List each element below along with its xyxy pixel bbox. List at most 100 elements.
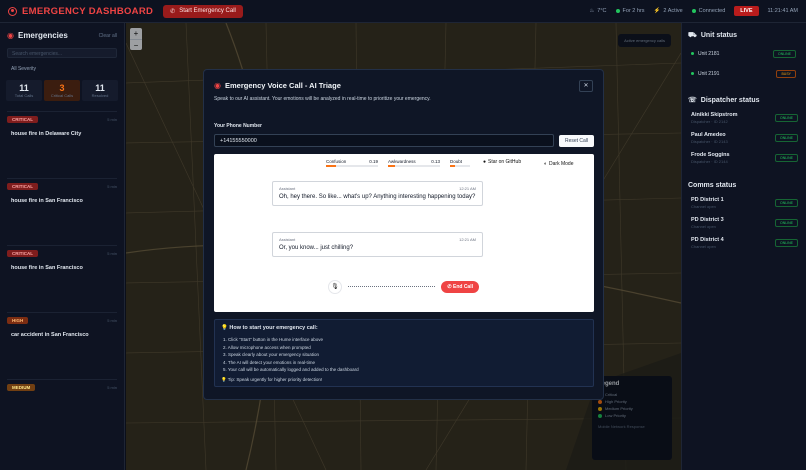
- lightbulb-icon: 💡: [221, 376, 228, 382]
- dispatcher-row[interactable]: Paul Amedeo Dispatcher · ID 2143 ONLINE: [682, 128, 806, 148]
- connection-stat: Connected: [691, 8, 725, 14]
- audio-waveform: [348, 286, 436, 287]
- unit-row[interactable]: Unit 2181 ONLINE: [682, 44, 806, 64]
- modal-title: Emergency Voice Call - AI Triage: [224, 81, 341, 90]
- dispatcher-row[interactable]: Frode Soggins Dispatcher · ID 2144 ONLINE: [682, 148, 806, 168]
- call-controls: 🎙 ✆ End Call: [328, 277, 479, 296]
- status-badge: ONLINE: [774, 239, 798, 247]
- active-stat: ⚡ 2 Active: [653, 8, 683, 14]
- phone-input[interactable]: +14155550000: [214, 134, 554, 147]
- status-badge: ONLINE: [772, 50, 796, 58]
- comms-row[interactable]: PD District 1 Channel open ONLINE: [682, 193, 806, 213]
- bolt-icon: ⚡: [653, 8, 661, 14]
- status-badge: BUSY: [776, 70, 796, 78]
- github-icon: ●: [483, 159, 487, 165]
- incident-detail: [18, 284, 117, 290]
- phone-icon: ✆: [170, 8, 176, 15]
- comms-row[interactable]: PD District 3 Channel open ONLINE: [682, 213, 806, 233]
- instructions-panel: 💡 How to start your emergency call: 1. C…: [214, 319, 594, 387]
- instruction-step: 1. Click "Start" button in the Hume inte…: [223, 337, 323, 342]
- list-item[interactable]: CRITICAL 5 min house fire in San Francisc…: [7, 178, 117, 239]
- start-call-button[interactable]: ✆ Start Emergency Call: [163, 4, 243, 18]
- duration-stat: For 2 hrs: [615, 8, 645, 14]
- incident-detail: [18, 359, 117, 365]
- moon-icon: ◐: [544, 161, 548, 167]
- thermometer-icon: ♨: [589, 8, 595, 14]
- incident-detail: [18, 233, 117, 239]
- status-strip: ♨ 7°C For 2 hrs ⚡ 2 Active Connected LIVE …: [589, 6, 798, 16]
- end-call-button[interactable]: ✆ End Call: [441, 280, 479, 293]
- emotion-meter: Doubt: [450, 159, 470, 167]
- count-cards: 11 Total Calls 3 Critical Calls 11 Resolved: [6, 80, 118, 101]
- modal-subtitle: Speak to our AI assistant. Your emotions…: [214, 96, 431, 102]
- search-input[interactable]: Search emergencies...: [7, 48, 117, 58]
- close-button[interactable]: ✕: [579, 80, 593, 92]
- incident-detail: [18, 142, 117, 148]
- siren-icon: ◉: [214, 81, 221, 90]
- status-badge: ONLINE: [774, 219, 798, 227]
- incident-title: house fire in Delaware City: [11, 131, 82, 137]
- dispatcher-row[interactable]: Ainikki Skipstrom Dispatcher · ID 2142 ONL…: [682, 108, 806, 128]
- instruction-step: 4. The AI will detect your emotions in r…: [223, 359, 315, 365]
- clock: 11:21:41 AM: [767, 8, 798, 14]
- incident-detail: [18, 225, 117, 231]
- severity-badge: CRITICAL: [7, 250, 38, 257]
- status-sidebar: ⛟ Unit status Unit 2181 ONLINE Unit 2191 BU…: [681, 23, 806, 470]
- github-button[interactable]: ● Star on GitHub: [483, 159, 521, 165]
- incident-detail: [18, 300, 117, 306]
- list-item[interactable]: MEDIUM 5 min: [7, 379, 117, 391]
- app-title: EMERGENCY DASHBOARD: [22, 5, 154, 17]
- emergency-icon: ◉: [7, 31, 14, 40]
- unit-row[interactable]: Unit 2191 BUSY: [682, 64, 806, 84]
- headset-icon: ☏: [688, 97, 697, 104]
- incident-detail: [18, 351, 117, 357]
- reset-call-button[interactable]: Reset Call: [559, 135, 594, 147]
- status-badge: ONLINE: [774, 154, 798, 162]
- incident-time: 5 min: [107, 318, 117, 323]
- mic-icon[interactable]: 🎙: [328, 279, 342, 294]
- incident-detail: [18, 276, 117, 282]
- count-total: 11 Total Calls: [6, 80, 42, 101]
- dark-mode-toggle[interactable]: ◐ Dark Mode: [544, 161, 573, 167]
- incident-time: 5 min: [107, 385, 117, 390]
- sidebar-title: Emergencies: [17, 31, 68, 40]
- incident-time: 5 min: [107, 251, 117, 256]
- status-badge: ONLINE: [774, 134, 798, 142]
- voice-call-modal: ◉ Emergency Voice Call - AI Triage ✕ Spe…: [203, 69, 604, 400]
- count-critical: 3 Critical Calls: [44, 80, 80, 101]
- incident-title: house fire in San Francisco: [11, 198, 83, 204]
- count-resolved: 11 Resolved: [82, 80, 118, 101]
- severity-badge: HIGH: [7, 317, 29, 324]
- list-item[interactable]: CRITICAL 5 min house fire in Delaware Cit…: [7, 111, 117, 172]
- incident-detail: [18, 209, 117, 215]
- comms-row[interactable]: PD District 4 Channel open ONLINE: [682, 233, 806, 253]
- live-badge: LIVE: [734, 6, 759, 16]
- top-bar: EMERGENCY DASHBOARD ✆ Start Emergency Ca…: [0, 0, 806, 23]
- emergencies-sidebar: ◉ Emergencies Clear all Search emergenci…: [0, 23, 125, 470]
- incident-detail: [18, 158, 117, 164]
- emotion-meter: Awkwardness 0.13: [388, 159, 440, 167]
- list-item[interactable]: CRITICAL 5 min house fire in San Francisc…: [7, 245, 117, 306]
- severity-badge: MEDIUM: [7, 384, 36, 391]
- incident-title: house fire in San Francisco: [11, 265, 83, 271]
- emotion-meter: Confusion 0.19: [326, 159, 378, 167]
- clear-all-link[interactable]: Clear all: [99, 33, 117, 39]
- brand: EMERGENCY DASHBOARD: [8, 6, 153, 17]
- instruction-step: 2. Allow microphone access when prompted: [223, 344, 311, 350]
- instruction-tip: 💡 Tip: Speak urgently for higher priorit…: [221, 376, 323, 382]
- chat-message: Assistant 12:21 AM Oh, hey there. So like…: [272, 181, 483, 207]
- incident-detail: [18, 166, 117, 172]
- instructions-title: 💡 How to start your emergency call:: [221, 325, 318, 331]
- connection-dot-icon: [691, 9, 696, 13]
- alert-icon: [8, 6, 17, 16]
- severity-filter[interactable]: All Severity: [0, 62, 124, 76]
- incident-detail: [18, 343, 117, 349]
- phone-label: Your Phone Number: [214, 123, 262, 129]
- unit-status-heading: ⛟ Unit status: [688, 32, 737, 39]
- truck-icon: ⛟: [688, 32, 697, 39]
- emotion-meters: Confusion 0.19 Awkwardness 0.13 Doubt: [326, 159, 470, 167]
- list-item[interactable]: HIGH 5 min car accident in San Francisco: [7, 312, 117, 373]
- incident-time: 5 min: [107, 184, 117, 189]
- status-badge: ONLINE: [774, 199, 798, 207]
- incident-detail: [18, 367, 117, 373]
